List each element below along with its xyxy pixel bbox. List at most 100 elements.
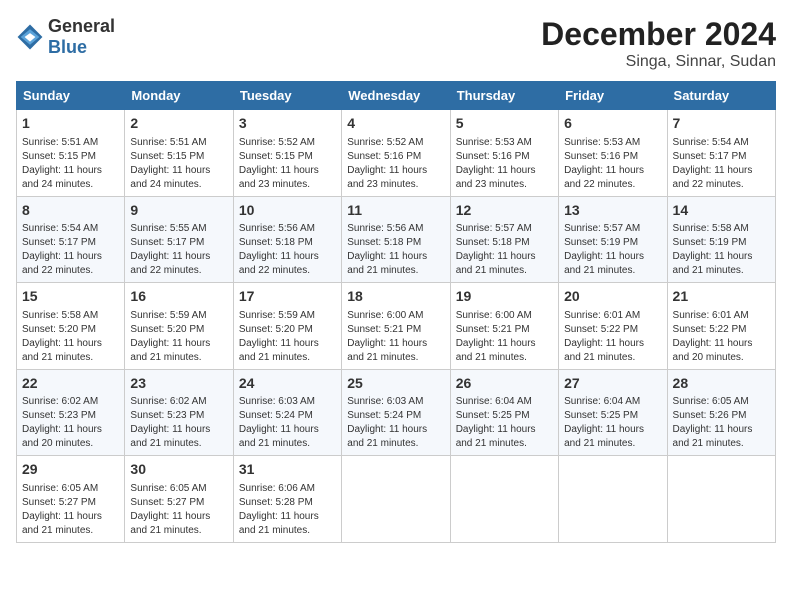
calendar-cell: 29Sunrise: 6:05 AM Sunset: 5:27 PM Dayli… bbox=[17, 456, 125, 543]
day-number: 10 bbox=[239, 201, 336, 221]
day-info: Sunrise: 5:51 AM Sunset: 5:15 PM Dayligh… bbox=[22, 136, 119, 192]
calendar-week-5: 29Sunrise: 6:05 AM Sunset: 5:27 PM Dayli… bbox=[17, 456, 776, 543]
day-number: 12 bbox=[456, 201, 553, 221]
calendar-cell: 15Sunrise: 5:58 AM Sunset: 5:20 PM Dayli… bbox=[17, 283, 125, 370]
day-info: Sunrise: 5:56 AM Sunset: 5:18 PM Dayligh… bbox=[239, 222, 336, 278]
calendar-cell: 4Sunrise: 5:52 AM Sunset: 5:16 PM Daylig… bbox=[342, 110, 450, 197]
day-number: 29 bbox=[22, 460, 119, 480]
day-info: Sunrise: 5:56 AM Sunset: 5:18 PM Dayligh… bbox=[347, 222, 444, 278]
calendar-cell: 2Sunrise: 5:51 AM Sunset: 5:15 PM Daylig… bbox=[125, 110, 233, 197]
day-number: 30 bbox=[130, 460, 227, 480]
day-info: Sunrise: 6:03 AM Sunset: 5:24 PM Dayligh… bbox=[347, 395, 444, 451]
day-number: 27 bbox=[564, 374, 661, 394]
day-header-friday: Friday bbox=[559, 82, 667, 110]
calendar-cell: 25Sunrise: 6:03 AM Sunset: 5:24 PM Dayli… bbox=[342, 369, 450, 456]
calendar-cell: 12Sunrise: 5:57 AM Sunset: 5:18 PM Dayli… bbox=[450, 196, 558, 283]
day-info: Sunrise: 5:52 AM Sunset: 5:15 PM Dayligh… bbox=[239, 136, 336, 192]
calendar-cell: 22Sunrise: 6:02 AM Sunset: 5:23 PM Dayli… bbox=[17, 369, 125, 456]
day-number: 16 bbox=[130, 287, 227, 307]
calendar-cell: 18Sunrise: 6:00 AM Sunset: 5:21 PM Dayli… bbox=[342, 283, 450, 370]
day-number: 24 bbox=[239, 374, 336, 394]
day-number: 23 bbox=[130, 374, 227, 394]
day-info: Sunrise: 6:01 AM Sunset: 5:22 PM Dayligh… bbox=[673, 309, 770, 365]
calendar-cell: 17Sunrise: 5:59 AM Sunset: 5:20 PM Dayli… bbox=[233, 283, 341, 370]
calendar-cell: 28Sunrise: 6:05 AM Sunset: 5:26 PM Dayli… bbox=[667, 369, 775, 456]
day-number: 18 bbox=[347, 287, 444, 307]
calendar-table: SundayMondayTuesdayWednesdayThursdayFrid… bbox=[16, 81, 776, 543]
day-info: Sunrise: 5:57 AM Sunset: 5:18 PM Dayligh… bbox=[456, 222, 553, 278]
day-number: 13 bbox=[564, 201, 661, 221]
calendar-cell bbox=[450, 456, 558, 543]
day-info: Sunrise: 5:54 AM Sunset: 5:17 PM Dayligh… bbox=[22, 222, 119, 278]
calendar-cell: 8Sunrise: 5:54 AM Sunset: 5:17 PM Daylig… bbox=[17, 196, 125, 283]
calendar-cell: 1Sunrise: 5:51 AM Sunset: 5:15 PM Daylig… bbox=[17, 110, 125, 197]
day-number: 19 bbox=[456, 287, 553, 307]
calendar-title: December 2024 bbox=[541, 16, 776, 53]
calendar-cell: 5Sunrise: 5:53 AM Sunset: 5:16 PM Daylig… bbox=[450, 110, 558, 197]
logo-text: General Blue bbox=[48, 16, 115, 58]
day-info: Sunrise: 6:02 AM Sunset: 5:23 PM Dayligh… bbox=[22, 395, 119, 451]
day-info: Sunrise: 5:53 AM Sunset: 5:16 PM Dayligh… bbox=[564, 136, 661, 192]
calendar-week-4: 22Sunrise: 6:02 AM Sunset: 5:23 PM Dayli… bbox=[17, 369, 776, 456]
calendar-cell: 9Sunrise: 5:55 AM Sunset: 5:17 PM Daylig… bbox=[125, 196, 233, 283]
day-number: 2 bbox=[130, 114, 227, 134]
day-info: Sunrise: 5:55 AM Sunset: 5:17 PM Dayligh… bbox=[130, 222, 227, 278]
day-info: Sunrise: 5:52 AM Sunset: 5:16 PM Dayligh… bbox=[347, 136, 444, 192]
day-info: Sunrise: 6:00 AM Sunset: 5:21 PM Dayligh… bbox=[456, 309, 553, 365]
day-info: Sunrise: 6:00 AM Sunset: 5:21 PM Dayligh… bbox=[347, 309, 444, 365]
day-info: Sunrise: 6:04 AM Sunset: 5:25 PM Dayligh… bbox=[456, 395, 553, 451]
day-info: Sunrise: 5:51 AM Sunset: 5:15 PM Dayligh… bbox=[130, 136, 227, 192]
day-number: 11 bbox=[347, 201, 444, 221]
calendar-cell: 27Sunrise: 6:04 AM Sunset: 5:25 PM Dayli… bbox=[559, 369, 667, 456]
day-number: 1 bbox=[22, 114, 119, 134]
day-number: 28 bbox=[673, 374, 770, 394]
logo-blue: Blue bbox=[48, 37, 87, 57]
day-header-monday: Monday bbox=[125, 82, 233, 110]
calendar-header-row: SundayMondayTuesdayWednesdayThursdayFrid… bbox=[17, 82, 776, 110]
calendar-cell: 7Sunrise: 5:54 AM Sunset: 5:17 PM Daylig… bbox=[667, 110, 775, 197]
calendar-cell: 3Sunrise: 5:52 AM Sunset: 5:15 PM Daylig… bbox=[233, 110, 341, 197]
title-block: December 2024 Singa, Sinnar, Sudan bbox=[541, 16, 776, 71]
day-info: Sunrise: 6:06 AM Sunset: 5:28 PM Dayligh… bbox=[239, 482, 336, 538]
day-number: 8 bbox=[22, 201, 119, 221]
calendar-week-3: 15Sunrise: 5:58 AM Sunset: 5:20 PM Dayli… bbox=[17, 283, 776, 370]
day-info: Sunrise: 6:01 AM Sunset: 5:22 PM Dayligh… bbox=[564, 309, 661, 365]
day-info: Sunrise: 6:03 AM Sunset: 5:24 PM Dayligh… bbox=[239, 395, 336, 451]
calendar-cell: 16Sunrise: 5:59 AM Sunset: 5:20 PM Dayli… bbox=[125, 283, 233, 370]
day-number: 21 bbox=[673, 287, 770, 307]
day-info: Sunrise: 5:59 AM Sunset: 5:20 PM Dayligh… bbox=[130, 309, 227, 365]
calendar-subtitle: Singa, Sinnar, Sudan bbox=[541, 53, 776, 71]
calendar-cell: 30Sunrise: 6:05 AM Sunset: 5:27 PM Dayli… bbox=[125, 456, 233, 543]
day-number: 3 bbox=[239, 114, 336, 134]
calendar-cell: 13Sunrise: 5:57 AM Sunset: 5:19 PM Dayli… bbox=[559, 196, 667, 283]
page-header: General Blue December 2024 Singa, Sinnar… bbox=[16, 16, 776, 71]
day-number: 9 bbox=[130, 201, 227, 221]
calendar-cell: 21Sunrise: 6:01 AM Sunset: 5:22 PM Dayli… bbox=[667, 283, 775, 370]
calendar-cell: 14Sunrise: 5:58 AM Sunset: 5:19 PM Dayli… bbox=[667, 196, 775, 283]
day-header-tuesday: Tuesday bbox=[233, 82, 341, 110]
day-info: Sunrise: 5:57 AM Sunset: 5:19 PM Dayligh… bbox=[564, 222, 661, 278]
day-header-thursday: Thursday bbox=[450, 82, 558, 110]
logo-icon bbox=[16, 23, 44, 51]
calendar-cell bbox=[342, 456, 450, 543]
day-info: Sunrise: 6:05 AM Sunset: 5:27 PM Dayligh… bbox=[130, 482, 227, 538]
calendar-cell: 24Sunrise: 6:03 AM Sunset: 5:24 PM Dayli… bbox=[233, 369, 341, 456]
day-info: Sunrise: 5:58 AM Sunset: 5:19 PM Dayligh… bbox=[673, 222, 770, 278]
calendar-week-1: 1Sunrise: 5:51 AM Sunset: 5:15 PM Daylig… bbox=[17, 110, 776, 197]
calendar-cell: 31Sunrise: 6:06 AM Sunset: 5:28 PM Dayli… bbox=[233, 456, 341, 543]
calendar-cell: 6Sunrise: 5:53 AM Sunset: 5:16 PM Daylig… bbox=[559, 110, 667, 197]
day-info: Sunrise: 6:05 AM Sunset: 5:27 PM Dayligh… bbox=[22, 482, 119, 538]
day-header-wednesday: Wednesday bbox=[342, 82, 450, 110]
day-number: 25 bbox=[347, 374, 444, 394]
day-number: 17 bbox=[239, 287, 336, 307]
calendar-cell: 23Sunrise: 6:02 AM Sunset: 5:23 PM Dayli… bbox=[125, 369, 233, 456]
calendar-body: 1Sunrise: 5:51 AM Sunset: 5:15 PM Daylig… bbox=[17, 110, 776, 543]
day-header-sunday: Sunday bbox=[17, 82, 125, 110]
day-number: 14 bbox=[673, 201, 770, 221]
day-info: Sunrise: 6:04 AM Sunset: 5:25 PM Dayligh… bbox=[564, 395, 661, 451]
calendar-cell: 26Sunrise: 6:04 AM Sunset: 5:25 PM Dayli… bbox=[450, 369, 558, 456]
day-number: 26 bbox=[456, 374, 553, 394]
day-info: Sunrise: 6:02 AM Sunset: 5:23 PM Dayligh… bbox=[130, 395, 227, 451]
calendar-week-2: 8Sunrise: 5:54 AM Sunset: 5:17 PM Daylig… bbox=[17, 196, 776, 283]
calendar-cell: 10Sunrise: 5:56 AM Sunset: 5:18 PM Dayli… bbox=[233, 196, 341, 283]
